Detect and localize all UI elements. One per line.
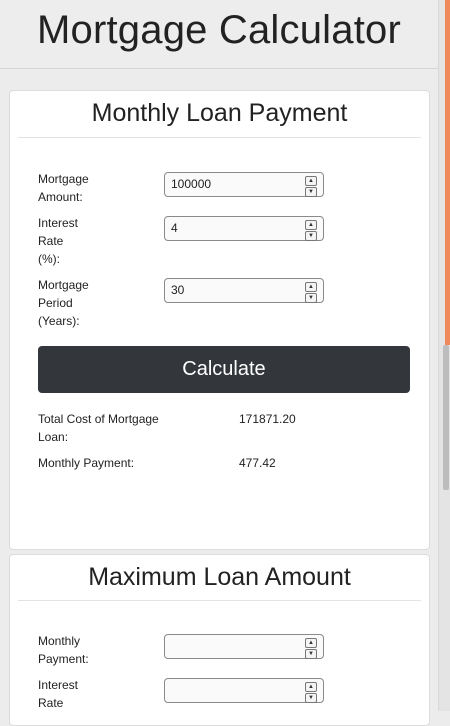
mortgage-amount-stepper[interactable]: ▲ ▼	[305, 176, 317, 197]
monthly-payment-input[interactable]: ▲ ▼	[164, 634, 324, 659]
card-title-monthly: Monthly Loan Payment	[18, 91, 421, 138]
card-title-max-loan: Maximum Loan Amount	[18, 555, 421, 601]
stepper-down-icon[interactable]: ▼	[305, 187, 317, 197]
total-cost-label: Total Cost of Mortgage Loan:	[38, 412, 159, 444]
interest-rate-value: 4	[171, 221, 178, 235]
total-cost-value: 171871.20	[239, 412, 296, 426]
stepper-down-icon[interactable]: ▼	[305, 293, 317, 303]
stepper-up-icon[interactable]: ▲	[305, 220, 317, 230]
interest-rate-field-label: Interest Rate	[38, 678, 79, 710]
monthly-payment-stepper[interactable]: ▲ ▼	[305, 638, 317, 659]
stepper-down-icon[interactable]: ▼	[305, 231, 317, 241]
stepper-up-icon[interactable]: ▲	[305, 282, 317, 292]
interest-rate-input[interactable]: 4 ▲ ▼	[164, 216, 324, 241]
mortgage-period-label: Mortgage Period (Years):	[38, 278, 89, 328]
monthly-payment-value: 477.42	[239, 456, 276, 470]
stepper-up-icon[interactable]: ▲	[305, 176, 317, 186]
max-interest-rate-stepper[interactable]: ▲ ▼	[305, 682, 317, 703]
monthly-payment-label: Monthly Payment:	[38, 456, 135, 470]
monthly-payment-card: Monthly Loan Payment Mortgage Amount: 10…	[9, 90, 430, 550]
interest-rate-label: Interest Rate (%):	[38, 216, 79, 266]
scrollbar-thumb[interactable]	[443, 345, 449, 490]
page-title: Mortgage Calculator	[37, 8, 401, 52]
stepper-up-icon[interactable]: ▲	[305, 682, 317, 692]
scrollbar-accent	[445, 0, 450, 345]
monthly-payment-field-label: Monthly Payment:	[38, 634, 89, 666]
mortgage-amount-input[interactable]: 100000 ▲ ▼	[164, 172, 324, 197]
max-loan-card: Maximum Loan Amount Monthly Payment: ▲ ▼…	[9, 554, 430, 726]
stepper-down-icon[interactable]: ▼	[305, 649, 317, 659]
stepper-up-icon[interactable]: ▲	[305, 638, 317, 648]
mortgage-period-value: 30	[171, 283, 185, 297]
max-interest-rate-input[interactable]: ▲ ▼	[164, 678, 324, 703]
page-header: Mortgage Calculator	[0, 0, 438, 69]
interest-rate-stepper[interactable]: ▲ ▼	[305, 220, 317, 241]
calculate-button[interactable]: Calculate	[38, 346, 410, 393]
scrollbar[interactable]	[438, 0, 450, 711]
scrollbar-track-line	[438, 0, 439, 711]
mortgage-period-stepper[interactable]: ▲ ▼	[305, 282, 317, 303]
mortgage-amount-value: 100000	[171, 177, 212, 191]
stepper-down-icon[interactable]: ▼	[305, 693, 317, 703]
mortgage-period-input[interactable]: 30 ▲ ▼	[164, 278, 324, 303]
mortgage-amount-label: Mortgage Amount:	[38, 172, 89, 204]
